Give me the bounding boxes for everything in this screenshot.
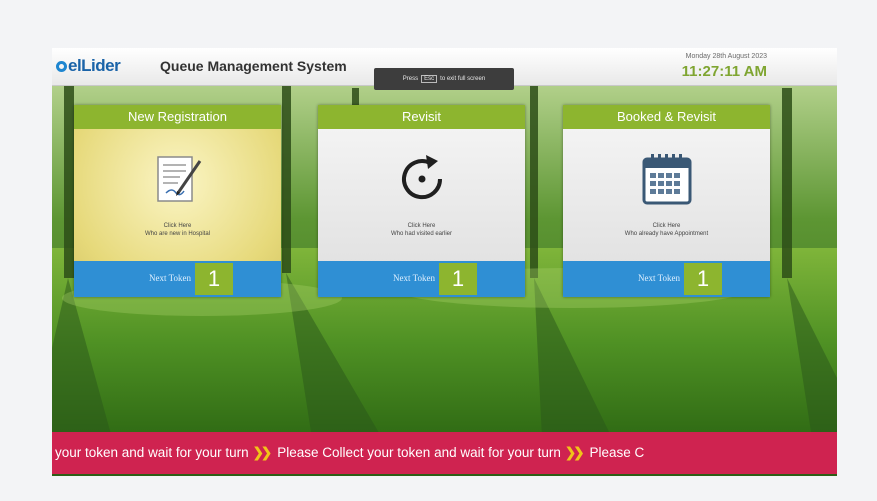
next-token-bar: Next Token 1: [318, 261, 525, 297]
click-here-text: Click Here: [407, 223, 436, 229]
next-token-label: Next Token: [393, 273, 435, 283]
kiosk-screen: elLider Queue Management System Monday 2…: [52, 48, 837, 476]
announcement-ticker: your token and wait for your turn ❯❯ Pleas…: [52, 432, 837, 474]
ticker-text: your token and wait for your turn: [55, 445, 249, 460]
card-instruction: Click Here Who already have Appointment: [563, 222, 770, 238]
card-description: Who are new in Hospital: [144, 231, 211, 237]
click-here-text: Click Here: [163, 223, 192, 229]
refresh-icon: [401, 155, 442, 200]
next-token-bar: Next Token 1: [74, 261, 281, 297]
double-chevron-icon: ❯❯: [252, 445, 273, 460]
hint-prefix: Press: [402, 76, 419, 82]
current-time: 11:27:11 AM: [681, 63, 767, 80]
next-token-label: Next Token: [638, 273, 680, 283]
esc-key: Esc: [421, 75, 438, 83]
current-date: Monday 28th August 2023: [685, 53, 767, 60]
next-token-number: 1: [684, 263, 722, 295]
next-token-number: 1: [195, 263, 233, 295]
new-registration-card[interactable]: New Registration Click Here Who are new …: [74, 105, 281, 297]
hint-suffix: to exit full screen: [440, 76, 486, 82]
calendar-icon: [642, 154, 691, 205]
card-description: Who had visited earlier: [390, 231, 453, 237]
card-title: Revisit: [318, 105, 525, 129]
document-pen-icon: [156, 156, 201, 202]
card-instruction: Click Here Who had visited earlier: [318, 222, 525, 238]
logo-ring-icon: [56, 61, 67, 72]
brand-logo-text: elLider: [68, 56, 121, 75]
ticker-text: Please C: [589, 445, 645, 460]
app-title: Queue Management System: [160, 58, 347, 74]
click-here-text: Click Here: [652, 223, 681, 229]
card-description: Who already have Appointment: [624, 231, 709, 237]
card-instruction: Click Here Who are new in Hospital: [74, 222, 281, 238]
double-chevron-icon: ❯❯: [564, 445, 585, 460]
next-token-bar: Next Token 1: [563, 261, 770, 297]
revisit-card[interactable]: Revisit Click Here Who had visited earli…: [318, 105, 525, 297]
next-token-label: Next Token: [149, 273, 191, 283]
ticker-text: Please Collect your token and wait for y…: [277, 445, 561, 460]
brand-logo: elLider: [56, 56, 121, 76]
fullscreen-hint: Press Esc to exit full screen: [374, 68, 514, 90]
next-token-number: 1: [439, 263, 477, 295]
card-title: New Registration: [74, 105, 281, 129]
card-title: Booked & Revisit: [563, 105, 770, 129]
booked-revisit-card[interactable]: Booked & Revisit Click Here Who already: [563, 105, 770, 297]
